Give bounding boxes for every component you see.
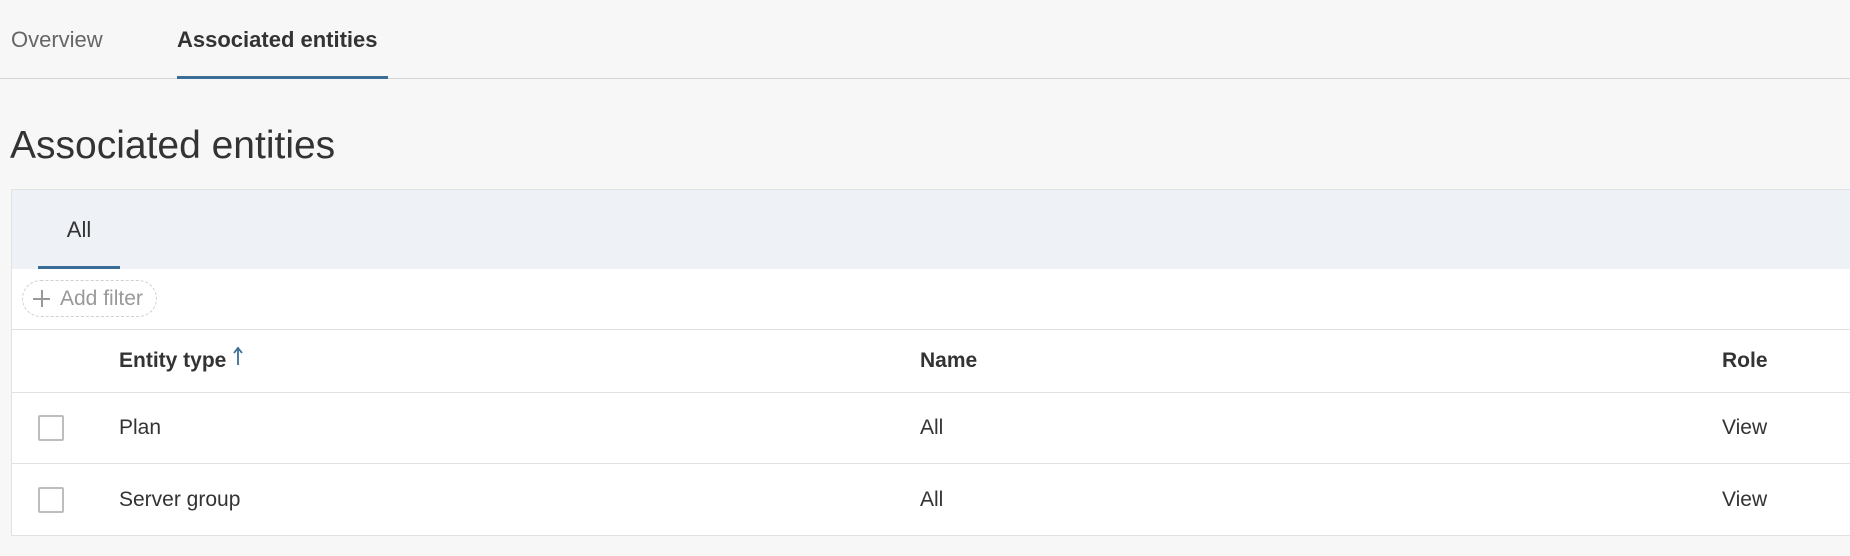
cell-role: View	[1722, 488, 1768, 511]
cell-entity-type: Server group	[119, 488, 241, 511]
cell-entity-type: Plan	[119, 416, 162, 439]
sort-ascending-icon[interactable]	[232, 346, 244, 366]
table-row[interactable]: Plan All View	[12, 393, 1850, 464]
tab-overview[interactable]: Overview	[11, 0, 131, 79]
associated-entities-panel: All Add filter Entity type Name Role Pla…	[11, 189, 1850, 536]
plus-icon	[33, 290, 50, 307]
column-header-entity-type-label: Entity type	[119, 349, 227, 372]
column-header-role[interactable]: Role	[1722, 330, 1768, 392]
table-header: Entity type Name Role	[12, 330, 1850, 393]
add-filter-button[interactable]: Add filter	[22, 280, 157, 317]
page-title: Associated entities	[10, 124, 336, 167]
row-checkbox[interactable]	[38, 487, 64, 513]
column-header-name[interactable]: Name	[920, 330, 977, 392]
top-tab-bar: Overview Associated entities	[0, 0, 1850, 79]
cell-role: View	[1722, 416, 1768, 439]
row-checkbox[interactable]	[38, 415, 64, 441]
cell-name: All	[920, 416, 944, 439]
cell-name: All	[920, 488, 944, 511]
add-filter-label: Add filter	[60, 286, 143, 310]
sub-tab-all[interactable]: All	[38, 190, 120, 269]
sub-tab-bar: All	[12, 190, 1850, 269]
column-header-entity-type[interactable]: Entity type	[119, 330, 244, 392]
table-row[interactable]: Server group All View	[12, 464, 1850, 536]
filter-bar: Add filter	[12, 269, 1850, 330]
tab-associated-entities[interactable]: Associated entities	[177, 0, 388, 79]
